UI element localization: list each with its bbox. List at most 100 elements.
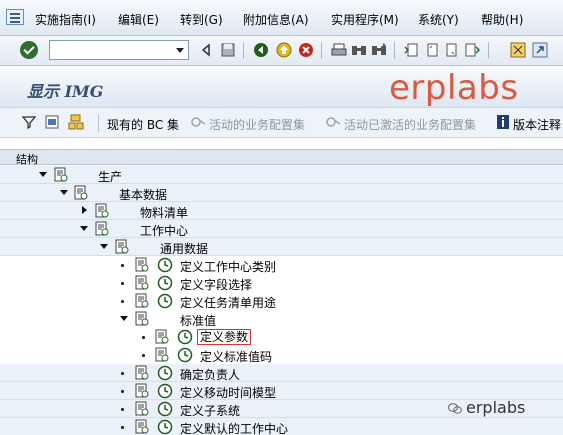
img-tree: 结构 生产 基本数据 物料清单 工作中心 通用数据 定义工作中心类别 定义字段选…	[0, 138, 563, 435]
execute-clock-icon[interactable]	[157, 293, 173, 309]
back-icon[interactable]	[198, 42, 214, 58]
document-icon	[74, 185, 88, 200]
last-page-icon[interactable]	[464, 42, 480, 58]
menu-implementation-guide[interactable]: 实施指南(I)	[35, 11, 96, 28]
activated-bc-set-button[interactable]: 活动已激活的业务配置集	[344, 116, 476, 133]
toolbar-separator	[243, 42, 244, 59]
exit-icon[interactable]	[276, 42, 292, 58]
tree-activity-define-parameters[interactable]: 定义参数	[0, 328, 563, 346]
command-dropdown-icon[interactable]	[172, 41, 188, 59]
tree-activity-person-responsible[interactable]: 确定负责人	[0, 364, 563, 382]
page-title: 显示 IMG	[27, 82, 104, 101]
tree-node-production[interactable]: 生产	[0, 166, 563, 184]
menu-edit[interactable]: 编辑(E)	[118, 11, 159, 28]
execute-clock-icon[interactable]	[157, 401, 173, 417]
structure-icon[interactable]	[68, 114, 84, 130]
execute-clock-icon[interactable]	[157, 257, 173, 273]
execute-clock-icon[interactable]	[177, 329, 193, 345]
system-toolbar	[0, 36, 563, 66]
bullet-icon	[121, 300, 124, 303]
tree-node-bill-of-material[interactable]: 物料清单	[0, 202, 563, 220]
application-toolbar: 现有的 BC 集 活动的业务配置集 活动已激活的业务配置集 版本注释	[0, 108, 563, 138]
info-document-icon[interactable]	[44, 114, 60, 130]
tree-node-label: 定义任务清单用途	[180, 296, 277, 310]
toolbar-separator	[98, 114, 99, 132]
document-icon[interactable]	[134, 257, 150, 273]
document-icon	[95, 221, 109, 236]
bc-set-activated-icon	[326, 117, 341, 127]
menu-goto[interactable]: 转到(G)	[180, 11, 223, 28]
tree-header-label: 结构	[16, 153, 38, 166]
cancel-icon[interactable]	[298, 42, 314, 58]
execute-clock-icon[interactable]	[177, 347, 193, 363]
document-icon[interactable]	[134, 293, 150, 309]
tree-node-label-selected: 定义参数	[197, 329, 252, 345]
menu-utilities[interactable]: 实用程序(M)	[331, 11, 399, 28]
tree-activity-standard-value-key[interactable]: 定义标准值码	[0, 346, 563, 364]
bc-set-icon	[191, 117, 206, 127]
collapse-icon[interactable]	[120, 316, 128, 321]
back-green-icon[interactable]	[253, 42, 269, 58]
next-page-icon[interactable]	[444, 42, 460, 58]
collapse-icon[interactable]	[80, 226, 88, 231]
execute-clock-icon[interactable]	[157, 419, 173, 435]
collapse-icon[interactable]	[39, 172, 47, 177]
document-icon[interactable]	[134, 383, 150, 399]
existing-bc-sets-button[interactable]: 现有的 BC 集	[107, 116, 179, 133]
enter-icon[interactable]	[20, 41, 38, 59]
document-icon[interactable]	[134, 419, 150, 435]
document-icon	[54, 167, 68, 182]
menu-help[interactable]: 帮助(H)	[481, 11, 523, 28]
execute-clock-icon[interactable]	[157, 365, 173, 381]
watermark-text: erplabs	[389, 68, 519, 108]
tree-activity-work-center-category[interactable]: 定义工作中心类别	[0, 256, 563, 274]
tree-node-general-data[interactable]: 通用数据	[0, 238, 563, 256]
collapse-icon[interactable]	[60, 190, 68, 195]
active-bc-set-button[interactable]: 活动的业务配置集	[209, 116, 305, 133]
tree-node-basic-data[interactable]: 基本数据	[0, 184, 563, 202]
bullet-icon	[121, 264, 124, 267]
document-icon[interactable]	[134, 401, 150, 417]
filter-icon[interactable]	[21, 114, 37, 130]
save-icon[interactable]	[220, 42, 236, 58]
tree-header: 结构	[0, 149, 563, 166]
watermark-bottom-text: erplabs	[466, 398, 526, 417]
tree-node-standard-values[interactable]: 标准值	[0, 310, 563, 328]
menu-extras[interactable]: 附加信息(A)	[243, 11, 309, 28]
tree-node-label: 定义默认的工作中心	[180, 422, 289, 435]
command-field[interactable]	[49, 40, 189, 60]
expand-icon[interactable]	[82, 206, 87, 214]
find-icon[interactable]	[351, 42, 367, 58]
tree-node-label: 定义字段选择	[180, 278, 253, 292]
document-icon[interactable]	[134, 275, 150, 291]
print-icon[interactable]	[331, 42, 347, 58]
tree-activity-default-work-center[interactable]: 定义默认的工作中心	[0, 418, 563, 435]
find-next-icon[interactable]	[371, 42, 387, 58]
document-icon[interactable]	[134, 365, 150, 381]
release-notes-button[interactable]: 版本注释	[513, 116, 561, 133]
menu-bar: 实施指南(I) 编辑(E) 转到(G) 附加信息(A) 实用程序(M) 系统(Y…	[0, 0, 563, 36]
toolbar-separator	[394, 42, 395, 59]
menu-system[interactable]: 系统(Y)	[418, 11, 459, 28]
sap-menu-icon[interactable]	[6, 9, 24, 25]
shortcut-icon[interactable]	[532, 42, 548, 58]
info-icon	[497, 115, 509, 129]
document-icon	[115, 239, 129, 254]
tree-node-label: 定义标准值码	[200, 350, 273, 364]
tree-activity-task-list-usage[interactable]: 定义任务清单用途	[0, 292, 563, 310]
tree-node-work-center[interactable]: 工作中心	[0, 220, 563, 238]
prev-page-icon[interactable]	[424, 42, 440, 58]
execute-clock-icon[interactable]	[157, 383, 173, 399]
collapse-icon[interactable]	[100, 244, 108, 249]
execute-clock-icon[interactable]	[157, 275, 173, 291]
toolbar-separator	[321, 42, 322, 59]
document-icon	[135, 311, 149, 326]
document-icon[interactable]	[154, 347, 170, 363]
bullet-icon	[121, 426, 124, 429]
tree-activity-field-selection[interactable]: 定义字段选择	[0, 274, 563, 292]
create-session-icon[interactable]	[510, 42, 526, 58]
document-icon[interactable]	[154, 329, 170, 345]
first-page-icon[interactable]	[404, 42, 420, 58]
bullet-icon	[142, 336, 145, 339]
toolbar-separator	[488, 42, 489, 59]
